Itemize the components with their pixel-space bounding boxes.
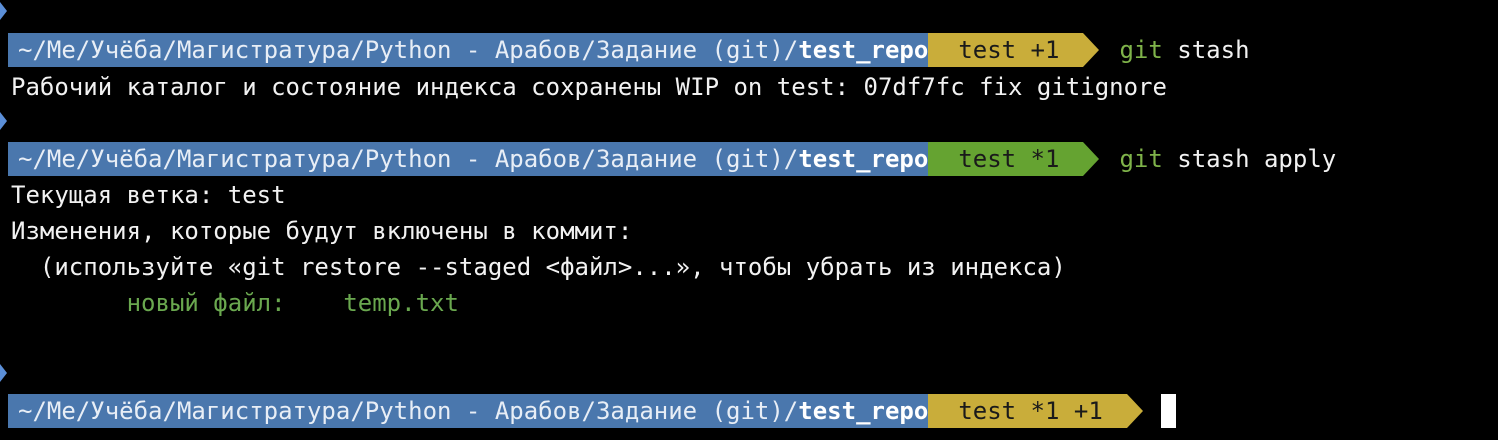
staged-file-line: новый файл: temp.txt [11, 289, 459, 317]
output-line: (используйте «git restore --staged <файл… [11, 253, 1066, 281]
powerline-arrow-icon [1083, 142, 1100, 176]
git-status-segment: test *1 +1 [928, 394, 1127, 428]
path-segment: ~/Me/Учёба/Магистратура/Python - Арабов/… [8, 394, 929, 428]
powerline-arrow-icon [1126, 394, 1143, 428]
path-repo-name: test_repo [798, 145, 929, 173]
command-text: git stash [1119, 33, 1249, 67]
output-line: Изменения, которые будут включены в комм… [11, 217, 633, 245]
prompt-line-1: ~/Me/Учёба/Магистратура/Python - Арабов/… [0, 32, 1498, 68]
path-segment: ~/Me/Учёба/Магистратура/Python - Арабов/… [8, 142, 929, 176]
command-keyword: git [1119, 145, 1163, 173]
git-status-segment: test +1 [928, 33, 1084, 67]
command-text: git stash apply [1119, 142, 1336, 176]
prompt-marker-icon [0, 364, 7, 382]
git-status-segment: test *1 [928, 142, 1084, 176]
command-args: stash apply [1162, 145, 1337, 173]
path-directory: ~/Me/Учёба/Магистратура/Python - Арабов/… [18, 36, 799, 64]
path-directory: ~/Me/Учёба/Магистратура/Python - Арабов/… [18, 397, 799, 425]
prompt-marker-icon [0, 112, 7, 130]
path-repo-name: test_repo [798, 397, 929, 425]
command-args: stash [1162, 36, 1250, 64]
path-directory: ~/Me/Учёба/Магистратура/Python - Арабов/… [18, 145, 799, 173]
powerline-arrow-icon [1083, 33, 1100, 67]
prompt-line-3: ~/Me/Учёба/Магистратура/Python - Арабов/… [0, 393, 1498, 429]
output-line: Текущая ветка: test [11, 181, 286, 209]
path-segment: ~/Me/Учёба/Магистратура/Python - Арабов/… [8, 33, 929, 67]
prompt-marker-icon [0, 2, 7, 20]
output-line: Рабочий каталог и состояние индекса сохр… [11, 73, 1167, 101]
prompt-line-2: ~/Me/Учёба/Магистратура/Python - Арабов/… [0, 141, 1498, 177]
terminal-window[interactable]: ~/Me/Учёба/Магистратура/Python - Арабов/… [0, 0, 1498, 440]
path-repo-name: test_repo [798, 36, 929, 64]
text-cursor[interactable] [1160, 394, 1176, 428]
command-keyword: git [1119, 36, 1163, 64]
